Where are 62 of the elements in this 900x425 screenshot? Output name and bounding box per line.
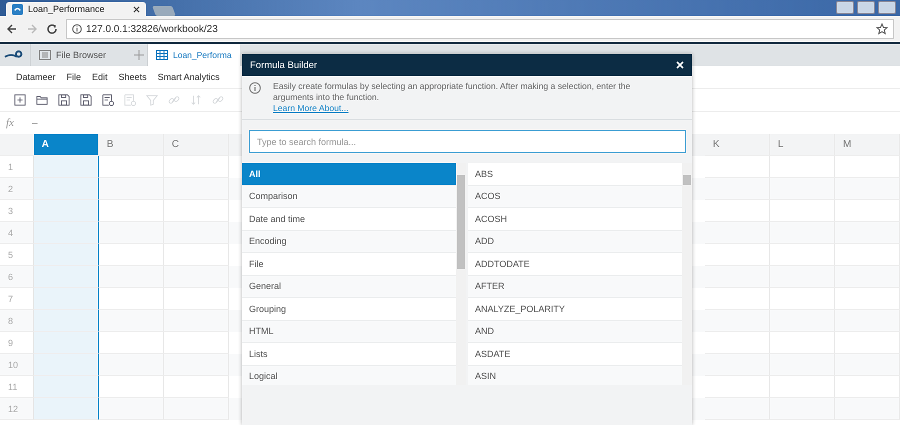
category-item[interactable]: General — [242, 276, 456, 298]
save-icon[interactable] — [80, 94, 92, 106]
function-item[interactable]: AND — [468, 320, 682, 343]
learn-more-link[interactable]: Learn More About... — [273, 103, 348, 114]
spreadsheet-icon — [156, 50, 168, 60]
address-field[interactable]: 127.0.0.1:32826/workbook/23 — [66, 19, 894, 39]
function-item[interactable]: ASIN — [468, 366, 682, 385]
sheet-icon[interactable] — [102, 94, 114, 106]
column-header[interactable]: A — [34, 134, 99, 156]
function-label: fx — [6, 117, 14, 129]
category-item[interactable]: All — [242, 163, 456, 186]
function-item[interactable]: ACOS — [468, 186, 682, 208]
folder-icon[interactable] — [36, 94, 48, 106]
save-icon[interactable] — [58, 94, 70, 106]
menu-item[interactable]: Sheets — [118, 72, 147, 82]
close-icon[interactable] — [133, 6, 140, 12]
formula-field[interactable]: – — [32, 118, 38, 128]
url-text: 127.0.0.1:32826/workbook/23 — [86, 24, 219, 34]
grid-cell[interactable] — [34, 200, 99, 222]
menu-item[interactable]: File — [66, 72, 82, 82]
search-field[interactable]: Type to search formula... — [249, 130, 686, 153]
grid-cell[interactable] — [34, 244, 99, 266]
star-icon[interactable] — [876, 23, 888, 35]
menu-item[interactable]: Smart Analytics — [158, 72, 220, 82]
function-item[interactable]: ADD — [468, 230, 682, 253]
grid-cell[interactable] — [34, 288, 99, 310]
grid-cell[interactable] — [34, 332, 99, 354]
menu-item[interactable]: Edit — [92, 72, 108, 82]
info-icon — [249, 82, 261, 94]
app-tab[interactable]: File Browser — [30, 44, 131, 66]
column-header[interactable]: M — [834, 134, 900, 156]
back-icon[interactable] — [6, 23, 18, 35]
category-item[interactable]: Comparison — [242, 186, 456, 208]
dialog-title: Formula Builder — [250, 60, 318, 70]
grid-cell[interactable] — [34, 376, 99, 398]
app-tab[interactable]: Loan_Performa — [147, 44, 240, 66]
category-item[interactable]: Logical — [242, 366, 456, 385]
tab-title: Loan_Performance — [28, 4, 106, 14]
info-text: Easily create formulas by selecting an appropriate function. After making a selection, enter the arguments into the function. — [273, 81, 632, 103]
app-logo-icon — [12, 4, 23, 14]
grid-cell[interactable] — [34, 354, 99, 376]
grid-cell[interactable] — [34, 398, 99, 420]
grid-cell[interactable] — [34, 156, 99, 178]
reload-icon[interactable] — [46, 23, 58, 35]
function-item[interactable]: AFTER — [468, 276, 682, 298]
column-header[interactable]: L — [770, 134, 835, 156]
grid-cell[interactable] — [34, 178, 99, 200]
grid-cell[interactable] — [34, 310, 99, 332]
menu-item[interactable]: Datameer — [16, 72, 56, 82]
add-icon[interactable] — [14, 94, 26, 106]
column-header[interactable]: C — [164, 134, 229, 156]
file-browser-icon — [39, 50, 51, 60]
column-header[interactable]: K — [704, 134, 770, 156]
new-tab-button[interactable] — [152, 6, 176, 16]
grid-cell[interactable] — [34, 222, 99, 244]
browser-tab[interactable]: Loan_Performance — [6, 2, 146, 16]
column-header[interactable]: B — [98, 134, 164, 156]
forward-icon[interactable] — [26, 23, 38, 35]
category-item[interactable]: HTML — [242, 320, 456, 343]
category-item[interactable]: Encoding — [242, 230, 456, 253]
grid-cell[interactable] — [34, 266, 99, 288]
info-icon — [72, 24, 82, 34]
